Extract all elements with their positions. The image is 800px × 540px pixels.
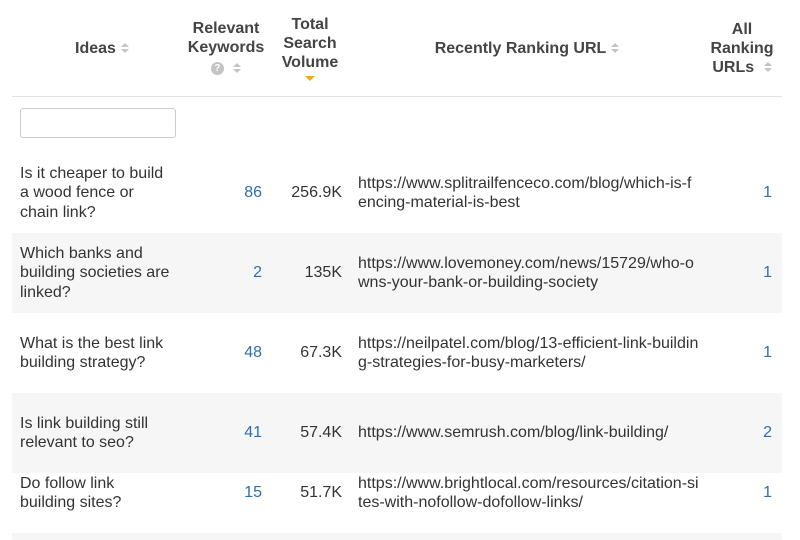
search-volume: 256.9K — [291, 184, 342, 202]
relevant-keywords-link[interactable]: 86 — [182, 153, 262, 233]
sort-icon — [763, 61, 772, 73]
idea-text: Which banks and building societies are l… — [20, 244, 170, 301]
idea-text: What is the best link building strategy? — [20, 334, 164, 372]
search-volume: 51.7K — [300, 484, 342, 502]
relevant-keywords-link[interactable]: 2 — [182, 233, 262, 313]
all-ranking-urls-link[interactable]: 1 — [712, 233, 772, 313]
header-recently-ranking-url-label: Recently Ranking URL — [434, 39, 607, 57]
help-icon[interactable]: ? — [210, 61, 224, 75]
sort-desc-icon — [305, 76, 315, 81]
filter-row — [12, 97, 782, 153]
table-row: Which banks and building societies are l… — [12, 233, 782, 313]
header-relevant-keywords-label: Relevant Keywords — [187, 19, 265, 56]
idea-text: Do follow link building sites? — [20, 474, 122, 512]
ranking-url: https://neilpatel.com/blog/13-efficient-… — [358, 334, 699, 372]
idea-text: Is it cheaper to build a wood fence or c… — [20, 164, 164, 221]
ranking-url: https://www.lovemoney.com/news/15729/who… — [358, 254, 694, 292]
table-row: Is it cheaper to build a wood fence or c… — [12, 153, 782, 233]
relevant-keywords-link[interactable]: 15 — [182, 453, 262, 533]
header-total-search-volume-label: Total Search Volume — [281, 16, 339, 71]
header-ideas-label: Ideas — [75, 39, 116, 57]
header-all-ranking-urls[interactable]: All Ranking URLs — [702, 0, 782, 96]
ideas-filter-input[interactable] — [20, 108, 176, 138]
sort-icon — [233, 62, 242, 74]
sort-icon — [120, 42, 129, 54]
header-total-search-volume[interactable]: Total Search Volume — [274, 0, 346, 96]
search-volume: 67.3K — [300, 344, 342, 362]
table-row: What is the best link building strategy?… — [12, 313, 782, 393]
header-recently-ranking-url[interactable]: Recently Ranking URL — [402, 0, 652, 96]
ranking-url: https://www.splitrailfenceco.com/blog/wh… — [358, 174, 692, 212]
sort-icon — [611, 42, 620, 54]
all-ranking-urls-link[interactable]: 1 — [712, 313, 772, 393]
all-ranking-urls-link[interactable]: 1 — [712, 153, 772, 233]
ideas-table: Ideas Relevant Keywords ? Total Search V… — [0, 0, 800, 540]
search-volume: 135K — [304, 264, 342, 282]
header-ideas[interactable]: Ideas — [52, 0, 152, 96]
relevant-keywords-link[interactable]: 48 — [182, 313, 262, 393]
ranking-url: https://www.brightlocal.com/resources/ci… — [358, 474, 699, 512]
header-relevant-keywords[interactable]: Relevant Keywords ? — [178, 0, 274, 96]
table-row: Do follow link building sites? 15 51.7K … — [12, 453, 782, 533]
table-header: Ideas Relevant Keywords ? Total Search V… — [12, 0, 782, 97]
next-row-edge — [12, 533, 782, 540]
all-ranking-urls-link[interactable]: 1 — [712, 453, 772, 533]
